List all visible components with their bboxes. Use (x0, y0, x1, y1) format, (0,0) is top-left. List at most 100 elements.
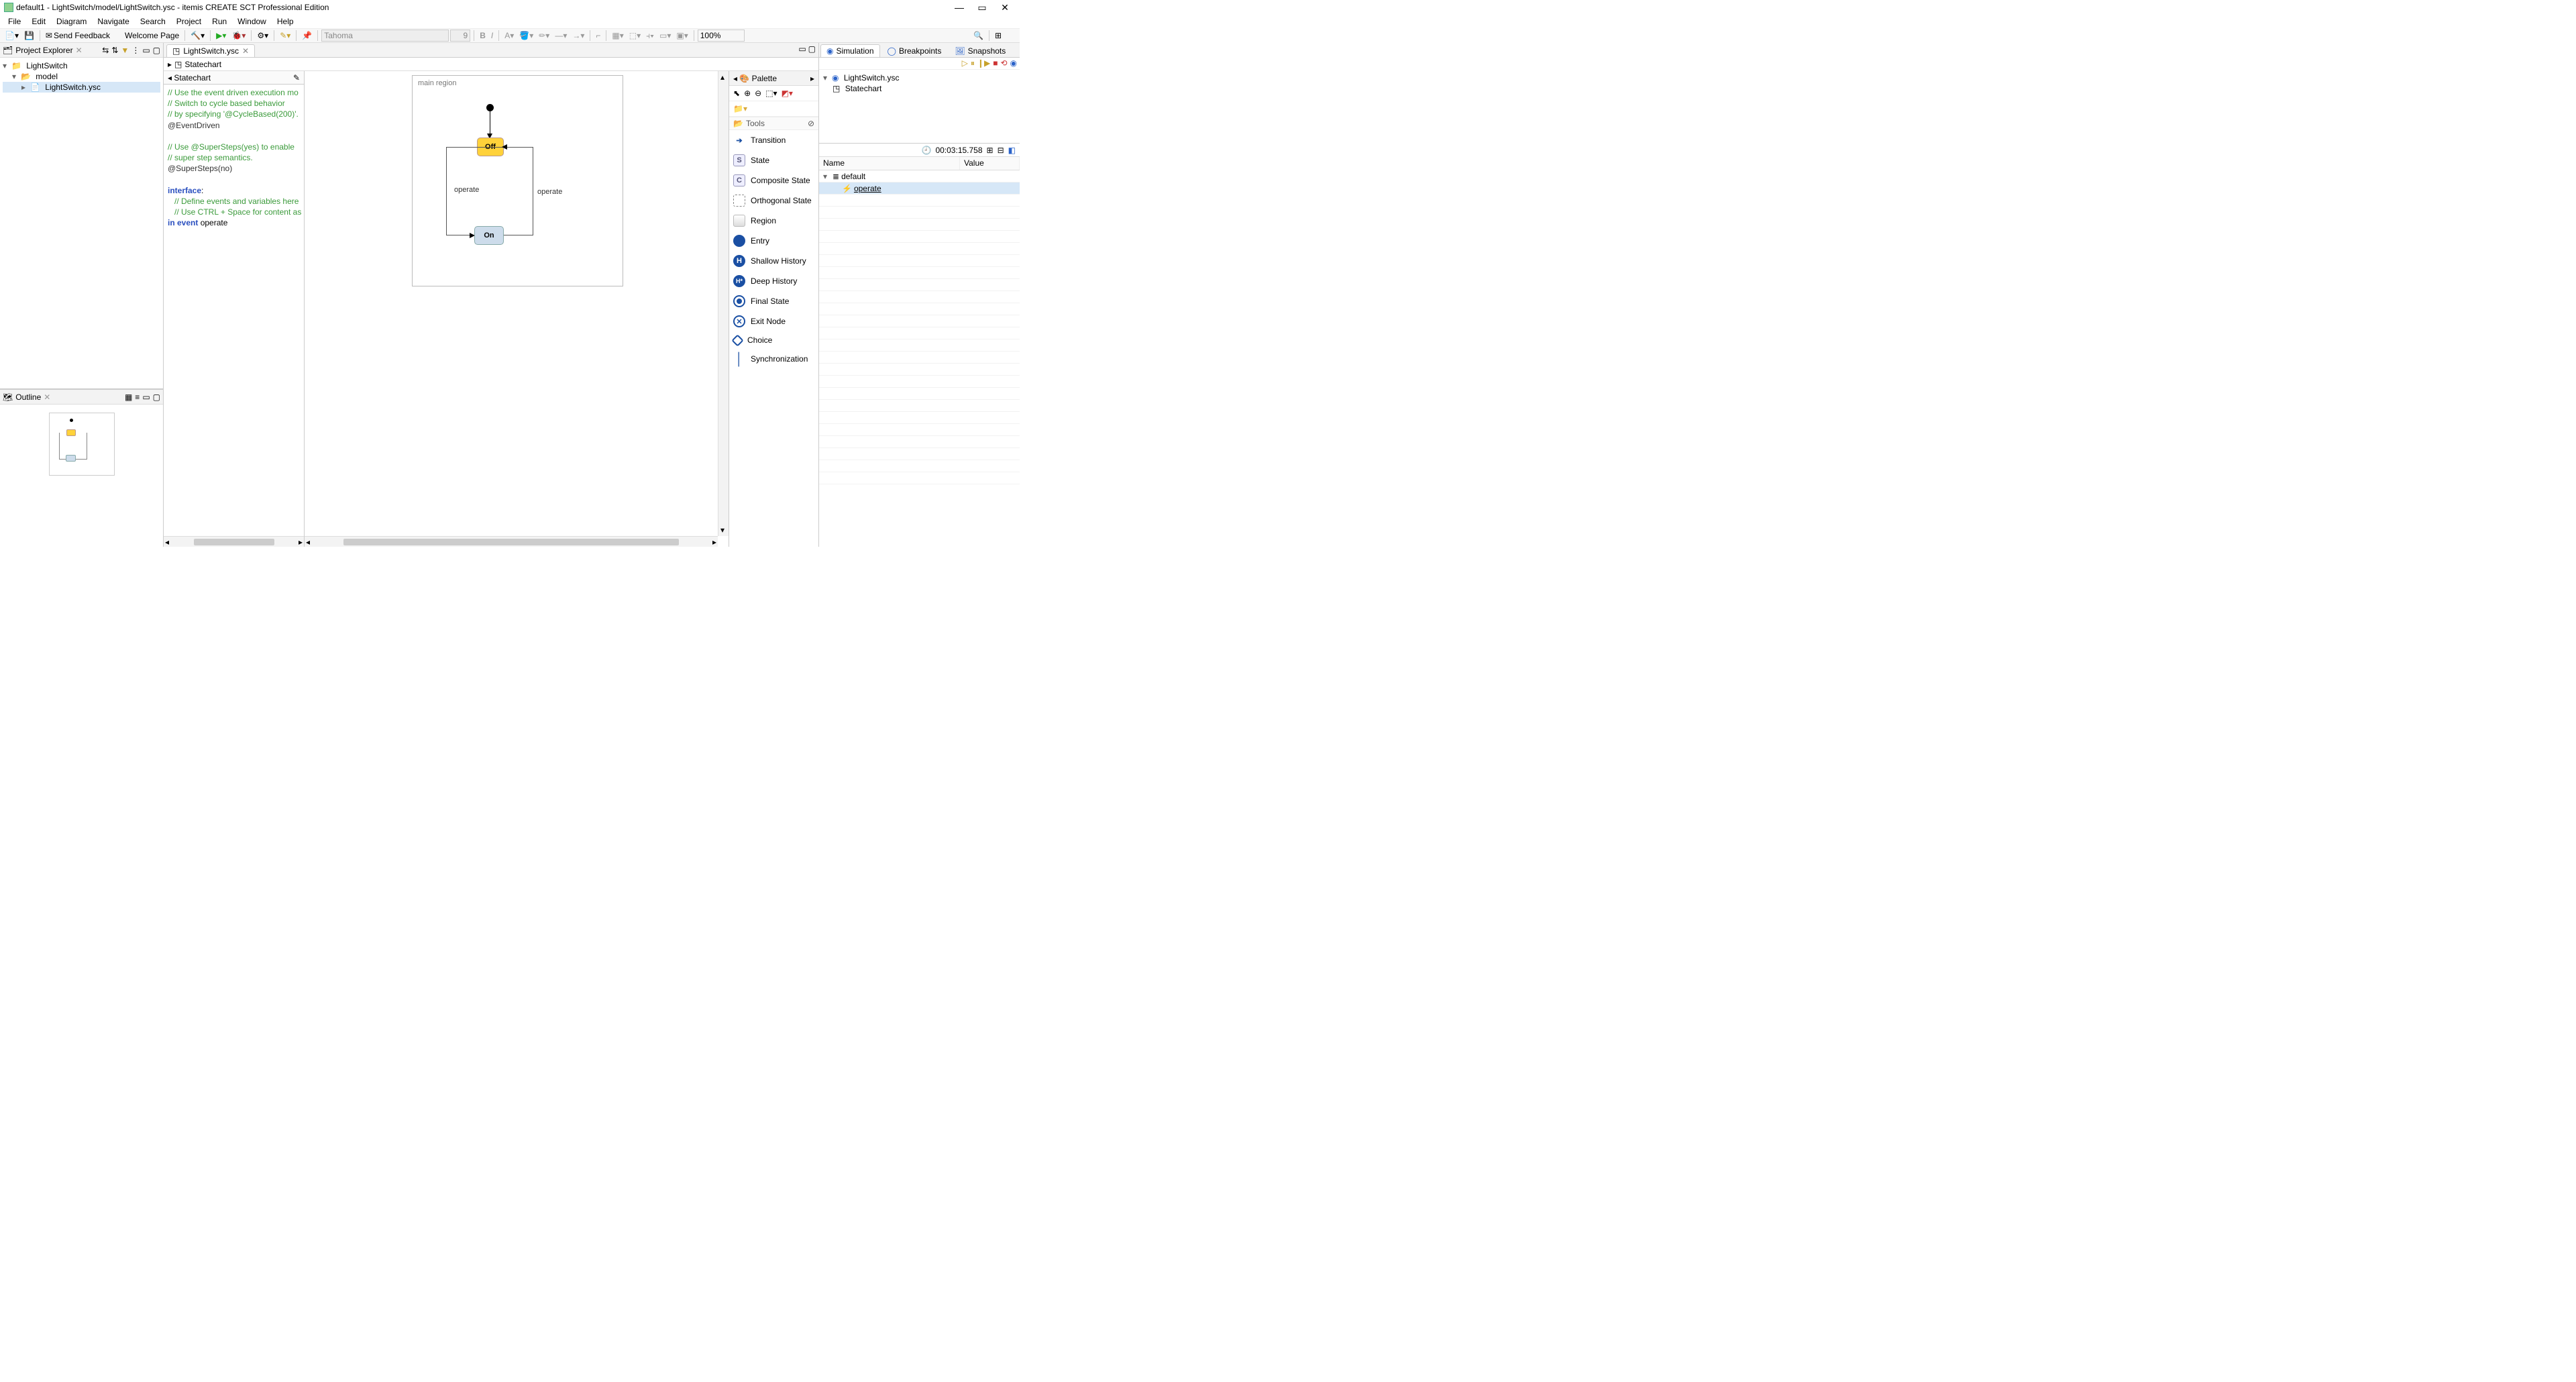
diagram-canvas[interactable]: main region Off operate operate On (305, 71, 729, 547)
window-close-button[interactable]: ✕ (1000, 2, 1010, 13)
palette-collapse-icon[interactable]: ▸ (810, 74, 814, 83)
outline-min-icon[interactable]: ▭ (142, 392, 150, 402)
pin-button[interactable]: 📌 (300, 30, 314, 41)
def-scrollbar[interactable]: ◂▸ (164, 536, 304, 547)
palette-item-region[interactable]: Region (729, 211, 818, 231)
view-menu-icon[interactable]: ⋮ (131, 46, 140, 55)
transition-label-right[interactable]: operate (537, 188, 562, 196)
close-tab-icon[interactable]: ✕ (242, 46, 249, 56)
welcome-page-button[interactable]: Welcome Page (113, 30, 181, 41)
new-button[interactable]: 📄▾ (3, 30, 21, 41)
menu-edit[interactable]: Edit (28, 15, 50, 28)
size-button[interactable]: ▣▾ (674, 30, 690, 41)
maximize-view-icon[interactable]: ▢ (153, 46, 160, 55)
arrange-button[interactable]: ⬚▾ (627, 30, 643, 41)
font-color-button[interactable]: A▾ (502, 30, 516, 41)
view-pin-icon[interactable]: ✕ (76, 46, 83, 55)
perspective-sc-button[interactable] (1005, 31, 1017, 40)
outline-close-icon[interactable]: ✕ (44, 392, 50, 402)
col-name[interactable]: Name (819, 157, 960, 170)
sim-terminate-icon[interactable]: ■ (993, 58, 998, 68)
filter-icon[interactable]: ▼ (121, 46, 129, 55)
project-node[interactable]: LightSwitch (26, 61, 67, 70)
breadcrumb[interactable]: ▸◳ Statechart (164, 58, 818, 71)
sim-extra-icon[interactable]: ◧ (1008, 146, 1016, 155)
palette-folder-icon[interactable]: 📁▾ (733, 104, 747, 113)
outline-mode1-icon[interactable]: ▦ (125, 392, 132, 402)
sim-suspend-icon[interactable]: ⏸ (971, 58, 975, 68)
perspective-open-button[interactable]: ⊞ (993, 30, 1004, 41)
menu-window[interactable]: Window (233, 15, 270, 28)
sim-table[interactable]: ▾≣default ⚡operate (819, 170, 1020, 547)
fill-color-button[interactable]: 🪣▾ (517, 30, 535, 41)
state-on[interactable]: On (474, 226, 504, 245)
send-feedback-button[interactable]: ✉ Send Feedback (44, 30, 112, 41)
zoom-in-icon[interactable]: ⊕ (744, 89, 751, 98)
editor-max-icon[interactable]: ▢ (808, 44, 816, 54)
sim-record-icon[interactable]: ◉ (1010, 58, 1017, 68)
menu-search[interactable]: Search (136, 15, 170, 28)
tab-snapshots[interactable]: 🖼Snapshots (949, 44, 1012, 57)
palette-item-sync[interactable]: │Synchronization (729, 349, 818, 369)
run-button[interactable]: ▶▾ (214, 30, 228, 41)
interface-default[interactable]: default (841, 172, 865, 181)
palette-item-composite-state[interactable]: CComposite State (729, 170, 818, 191)
canvas-vscroll[interactable]: ▴ ▾ (718, 71, 729, 536)
build-button[interactable]: 🔨▾ (189, 30, 207, 41)
link-editor-icon[interactable]: ⇅ (111, 46, 118, 55)
wand-button[interactable]: ✎▾ (278, 30, 292, 41)
definition-editor[interactable]: // Use the event driven execution mo // … (164, 85, 304, 231)
col-value[interactable]: Value (960, 157, 1020, 170)
tab-simulation[interactable]: ◉Simulation (820, 44, 880, 57)
tab-breakpoints[interactable]: ◯Breakpoints (881, 44, 948, 57)
align-button[interactable]: ⫞▾ (644, 30, 656, 42)
sim-step-icon[interactable]: ❙▶ (977, 58, 990, 68)
palette-item-transition[interactable]: ➔Transition (729, 130, 818, 150)
outline-mode2-icon[interactable]: ≡ (135, 392, 140, 402)
select-button[interactable]: ▦▾ (610, 30, 625, 41)
sim-child-node[interactable]: Statechart (845, 84, 882, 93)
generate-button[interactable]: ⚙▾ (255, 30, 270, 41)
tools-pin-icon[interactable]: ⊘ (808, 119, 814, 128)
window-minimize-button[interactable]: — (954, 2, 965, 13)
font-size-input[interactable] (450, 30, 470, 42)
menu-navigate[interactable]: Navigate (93, 15, 133, 28)
palette-item-shallow-history[interactable]: HShallow History (729, 251, 818, 271)
project-explorer-tree[interactable]: ▾📁 LightSwitch ▾📂 model ▸📄 LightSwitch.y… (0, 58, 163, 389)
def-edit-icon[interactable]: ✎ (293, 73, 300, 83)
palette-item-state[interactable]: SState (729, 150, 818, 170)
canvas-hscroll[interactable]: ◂▸ (305, 536, 718, 547)
save-button[interactable]: 💾 (22, 30, 36, 41)
minimize-view-icon[interactable]: ▭ (142, 46, 150, 55)
bold-button[interactable]: B (478, 30, 488, 41)
marquee-tool-icon[interactable]: ⬚▾ (765, 89, 777, 98)
palette-item-choice[interactable]: Choice (729, 331, 818, 349)
event-operate[interactable]: operate (854, 184, 881, 193)
breadcrumb-statechart[interactable]: Statechart (184, 60, 221, 69)
file-node[interactable]: LightSwitch.ysc (45, 83, 101, 92)
italic-button[interactable]: I (489, 30, 495, 41)
line-style-button[interactable]: ―▾ (553, 30, 569, 41)
menu-project[interactable]: Project (172, 15, 205, 28)
sim-root-node[interactable]: LightSwitch.ysc (844, 73, 900, 83)
zoom-out-icon[interactable]: ⊖ (755, 89, 761, 98)
editor-min-icon[interactable]: ▭ (798, 44, 806, 54)
menu-file[interactable]: File (4, 15, 25, 28)
palette-item-orthogonal-state[interactable]: Orthogonal State (729, 191, 818, 211)
transition-label-left[interactable]: operate (454, 186, 479, 194)
expand-all-icon[interactable]: ⊞ (987, 146, 994, 155)
folder-node[interactable]: model (36, 72, 58, 81)
menu-help[interactable]: Help (273, 15, 298, 28)
palette-item-exit-node[interactable]: ✕Exit Node (729, 311, 818, 331)
arrow-style-button[interactable]: →▾ (570, 30, 586, 41)
zoom-combo[interactable]: 100% (698, 30, 745, 42)
sim-restart-icon[interactable]: ⟲ (1000, 58, 1007, 68)
note-tool-icon[interactable]: ◩▾ (782, 89, 793, 98)
collapse-all-icon[interactable]: ⊟ (998, 146, 1004, 155)
outline-max-icon[interactable]: ▢ (153, 392, 160, 402)
router-button[interactable]: ⌐ (594, 30, 602, 41)
tools-section-title[interactable]: Tools (746, 119, 765, 128)
select-tool-icon[interactable]: ⬉ (733, 89, 740, 98)
collapse-all-icon[interactable]: ⇆ (102, 46, 109, 55)
debug-button[interactable]: 🐞▾ (229, 30, 248, 41)
